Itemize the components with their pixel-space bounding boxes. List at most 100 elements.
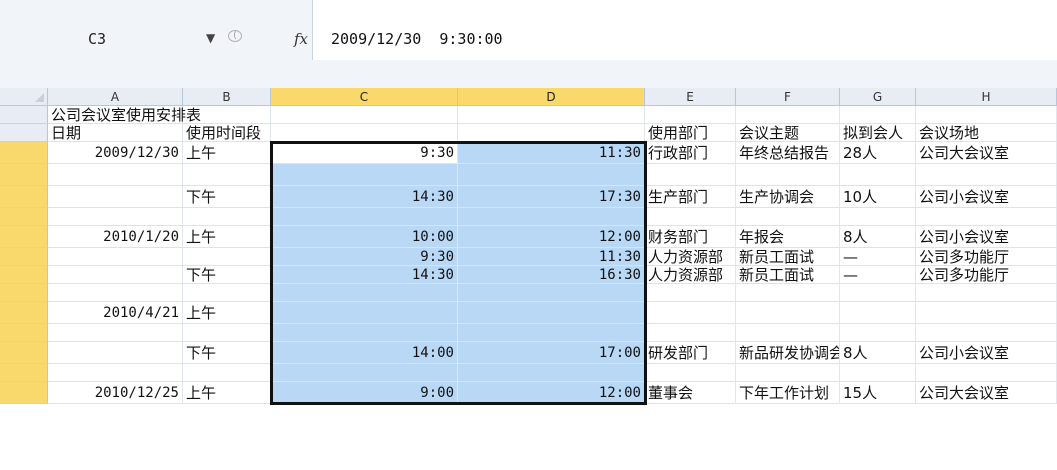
cell-g2[interactable]: 拟到会人 [840, 124, 916, 141]
cell-e7[interactable]: 财务部门 [645, 226, 736, 247]
cell-g7[interactable]: 8人 [840, 226, 916, 247]
cell-c8[interactable]: 9:30 [271, 248, 458, 265]
cell-d5[interactable]: 17:30 [458, 186, 645, 207]
cell-e6[interactable] [645, 208, 736, 225]
cell-g12[interactable] [840, 324, 916, 341]
row-header-3[interactable] [0, 142, 48, 164]
cell-g11[interactable] [840, 302, 916, 323]
cell-a8[interactable] [48, 248, 183, 265]
cell-h3[interactable]: 公司大会议室 [916, 142, 1057, 163]
cell-g15[interactable]: 15人 [840, 382, 916, 403]
cell-f15[interactable]: 下年工作计划 [736, 382, 840, 403]
cell-e3[interactable]: 行政部门 [645, 142, 736, 163]
cell-h14[interactable] [916, 364, 1057, 381]
cell-b11[interactable]: 上午 [183, 302, 271, 323]
cell-h7[interactable]: 公司小会议室 [916, 226, 1057, 247]
cell-e2[interactable]: 使用部门 [645, 124, 736, 141]
cell-h13[interactable]: 公司小会议室 [916, 342, 1057, 363]
cell-f3[interactable]: 年终总结报告 [736, 142, 840, 163]
cell-b1[interactable] [183, 106, 271, 123]
cell-d7[interactable]: 12:00 [458, 226, 645, 247]
cell-a13[interactable] [48, 342, 183, 363]
cell-c3[interactable]: 9:30 [271, 142, 458, 163]
cell-h15[interactable]: 公司大会议室 [916, 382, 1057, 403]
cell-a2[interactable]: 日期 [48, 124, 183, 142]
cell-e15[interactable]: 董事会 [645, 382, 736, 403]
cell-h2[interactable]: 会议场地 [916, 124, 1057, 142]
cell-h4[interactable] [916, 164, 1057, 185]
row-header-6[interactable] [0, 208, 48, 226]
cell-h9[interactable]: 公司多功能厅 [916, 266, 1057, 284]
cell-b12[interactable] [183, 324, 271, 341]
row-header-10[interactable] [0, 284, 48, 302]
cell-g1[interactable] [840, 106, 916, 123]
cell-c1[interactable] [271, 106, 458, 123]
cell-e14[interactable] [645, 364, 736, 381]
cell-g4[interactable] [840, 164, 916, 185]
cell-f14[interactable] [736, 364, 840, 381]
cell-e4[interactable] [645, 164, 736, 185]
cell-b10[interactable] [183, 284, 271, 301]
row-header-8[interactable] [0, 248, 48, 266]
cell-a12[interactable] [48, 324, 183, 341]
cell-b6[interactable] [183, 208, 271, 225]
cell-h8[interactable]: 公司多功能厅 [916, 248, 1057, 266]
cell-f11[interactable] [736, 302, 840, 323]
row-header-15[interactable] [0, 382, 48, 404]
cell-d4[interactable] [458, 164, 645, 185]
name-box-value[interactable]: C3 [88, 30, 106, 48]
cell-d6[interactable] [458, 208, 645, 225]
cell-c2[interactable] [271, 124, 458, 141]
cell-e5[interactable]: 生产部门 [645, 186, 736, 207]
cell-f8[interactable]: 新员工面试 [736, 248, 840, 265]
cell-a11[interactable]: 2010/4/21 [48, 302, 183, 323]
cell-h1[interactable] [916, 106, 1057, 123]
cell-h5[interactable]: 公司小会议室 [916, 186, 1057, 207]
row-header-2[interactable] [0, 124, 48, 142]
cell-g10[interactable] [840, 284, 916, 301]
cell-b14[interactable] [183, 364, 271, 381]
row-header-11[interactable] [0, 302, 48, 324]
cell-c13[interactable]: 14:00 [271, 342, 458, 363]
row-header-1[interactable] [0, 106, 48, 124]
cell-e1[interactable] [645, 106, 736, 123]
cell-g9[interactable]: — [840, 266, 916, 283]
cancel-circle-icon[interactable]: ( [228, 30, 242, 42]
cell-f7[interactable]: 年报会 [736, 226, 840, 247]
cell-g3[interactable]: 28人 [840, 142, 916, 163]
column-header-f[interactable]: F [736, 88, 840, 106]
cell-g6[interactable] [840, 208, 916, 225]
cell-g5[interactable]: 10人 [840, 186, 916, 207]
cell-d11[interactable] [458, 302, 645, 323]
cell-e9[interactable]: 人力资源部 [645, 266, 736, 283]
cell-f4[interactable] [736, 164, 840, 185]
cell-a10[interactable] [48, 284, 183, 301]
row-header-13[interactable] [0, 342, 48, 364]
cell-c15[interactable]: 9:00 [271, 382, 458, 403]
cell-a9[interactable] [48, 266, 183, 283]
cell-e8[interactable]: 人力资源部 [645, 248, 736, 265]
cell-c12[interactable] [271, 324, 458, 341]
cell-b3[interactable]: 上午 [183, 142, 271, 163]
cell-d14[interactable] [458, 364, 645, 381]
column-header-d[interactable]: D [458, 88, 645, 106]
row-header-4[interactable] [0, 164, 48, 186]
cell-f13[interactable]: 新品研发协调会 [736, 342, 840, 363]
cell-e11[interactable] [645, 302, 736, 323]
cell-b15[interactable]: 上午 [183, 382, 271, 403]
cell-g13[interactable]: 8人 [840, 342, 916, 363]
cell-c11[interactable] [271, 302, 458, 323]
cell-d15[interactable]: 12:00 [458, 382, 645, 403]
cell-b2[interactable]: 使用时间段 [183, 124, 271, 142]
cell-b8[interactable] [183, 248, 271, 265]
formula-text[interactable]: 2009/12/30 9:30:00 [331, 30, 503, 48]
cell-a15[interactable]: 2010/12/25 [48, 382, 183, 403]
formula-input[interactable]: 2009/12/30 9:30:00 [312, 0, 1057, 60]
cell-b5[interactable]: 下午 [183, 186, 271, 207]
row-header-5[interactable] [0, 186, 48, 208]
cell-d9[interactable]: 16:30 [458, 266, 645, 283]
cell-d8[interactable]: 11:30 [458, 248, 645, 265]
cell-e13[interactable]: 研发部门 [645, 342, 736, 363]
cell-c6[interactable] [271, 208, 458, 225]
cell-a3[interactable]: 2009/12/30 [48, 142, 183, 163]
